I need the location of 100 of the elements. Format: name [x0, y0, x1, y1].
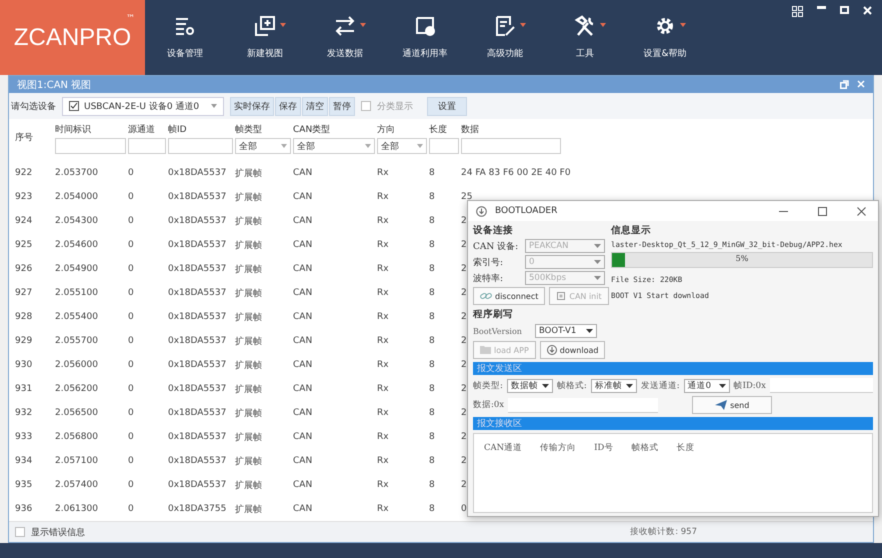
filter-field[interactable]	[55, 138, 126, 154]
dropdown-arrow-icon	[626, 384, 633, 388]
toolbar-button[interactable]: 工具	[545, 0, 625, 75]
close-icon[interactable]	[857, 206, 866, 216]
settings-icon	[654, 15, 676, 37]
table-cell-text: 0x18DA5537	[168, 456, 228, 466]
table-cell: 2	[461, 408, 467, 418]
toolbar-button[interactable]: 保存	[275, 96, 301, 116]
minimize-icon[interactable]	[779, 210, 788, 212]
dropdown-arrow-icon	[365, 144, 371, 148]
table-cell: 24 FA 83 F6 00 2E 40 F0	[461, 168, 571, 178]
column-header: 长度	[429, 124, 448, 135]
table-cell-text: 0	[128, 504, 135, 514]
filter-field[interactable]	[461, 138, 561, 154]
dropdown-arrow-icon	[594, 276, 601, 280]
filter-field[interactable]	[168, 138, 233, 154]
table-cell-text: 0	[128, 168, 135, 178]
table-cell-text: 2.054600	[55, 240, 99, 250]
table-cell-text: CAN	[293, 336, 314, 346]
table-cell-text: 8	[429, 264, 436, 274]
send-button[interactable]: send	[692, 396, 772, 414]
table-cell-text: 0x18DA5537	[168, 336, 228, 346]
table-cell-text: Rx	[377, 504, 390, 514]
table-cell-text: 0x18DA5537	[168, 264, 228, 274]
toolbar-button[interactable]: 通道利用率	[385, 0, 465, 75]
table-cell-text: 8	[429, 480, 436, 490]
toolbar-button[interactable]: 设置&帮助	[625, 0, 705, 75]
table-cell-text: 8	[429, 504, 436, 514]
field-label: 发送通道:	[640, 380, 680, 392]
window-title: BOOTLOADER	[495, 206, 558, 216]
table-cell-text: 2.054900	[55, 264, 99, 274]
table-cell-text: 8	[429, 336, 436, 346]
grid-icon[interactable]	[792, 6, 803, 17]
table-cell-text: CAN	[293, 408, 314, 418]
toolbar-button[interactable]: 发送数据	[305, 0, 385, 75]
table-cell-text: 8	[429, 456, 436, 466]
frame-counter: 接收帧计数: 957	[630, 526, 697, 538]
dropdown[interactable]: 数据帧	[506, 378, 553, 392]
table-cell-text: 扩展帧	[235, 384, 263, 396]
column-header: 帧格式	[631, 442, 658, 454]
toolbar-button[interactable]: 新建视图	[225, 0, 305, 75]
boot-version-dropdown[interactable]: BOOT-V1	[535, 324, 597, 338]
table-cell-text: CAN	[293, 192, 314, 202]
data-field[interactable]	[508, 398, 658, 412]
filter-field[interactable]	[128, 138, 166, 154]
download-button[interactable]: download	[540, 341, 606, 359]
dropdown[interactable]: 标准帧	[590, 378, 637, 392]
table-cell-text: 0x18DA5537	[168, 360, 228, 370]
table-cell-text: Rx	[377, 192, 390, 202]
frame-id-field[interactable]	[770, 378, 873, 393]
table-cell-text: 0	[128, 480, 135, 490]
table-cell-text: 0	[128, 288, 135, 298]
section-heading: 报文发送区	[477, 362, 522, 375]
table-cell-text: Rx	[377, 312, 390, 322]
chip-icon	[556, 291, 566, 301]
toolbar-button[interactable]: 清空	[302, 96, 328, 116]
table-cell-text: 0x18DA5537	[168, 288, 228, 298]
table-cell-text: CAN	[293, 312, 314, 322]
table-cell-text: CAN	[293, 504, 314, 514]
table-cell-text: Rx	[377, 168, 390, 178]
view-title: 视图1:CAN 视图	[17, 78, 92, 92]
checkbox[interactable]	[69, 101, 79, 111]
table-cell-text: Rx	[377, 240, 390, 250]
table-cell-text: 8	[429, 192, 436, 202]
filter-dropdown[interactable]: 全部	[293, 138, 375, 154]
trademark-mark: ™	[126, 14, 135, 24]
table-cell-text: CAN	[293, 216, 314, 226]
dropdown-arrow-icon	[281, 144, 287, 148]
table-cell: 2	[461, 216, 467, 226]
toolbar-button[interactable]: 实时保存	[230, 96, 274, 116]
table-cell-text: 925	[15, 240, 34, 250]
table-cell-text: CAN	[293, 288, 314, 298]
table-cell-text: Rx	[377, 456, 390, 466]
toolbar-button[interactable]: 暂停	[329, 96, 355, 116]
field-label: 索引号:	[473, 256, 504, 268]
dropdown[interactable]: 通道0	[684, 378, 730, 392]
restore-icon[interactable]	[840, 80, 849, 89]
field-label: CAN 设备:	[473, 240, 520, 252]
window-plus-icon	[254, 15, 276, 37]
table-cell: 2	[461, 312, 467, 322]
table-cell-text: 8	[429, 408, 436, 418]
classify-label: 分类显示	[377, 100, 413, 112]
dropdown-arrow-icon	[718, 384, 726, 388]
filter-field[interactable]	[429, 138, 459, 154]
maximize-icon[interactable]	[818, 206, 827, 216]
table-cell-text: 931	[15, 384, 34, 394]
dropdown-arrow-icon	[211, 104, 217, 108]
filter-dropdown[interactable]: 全部	[377, 138, 427, 154]
device-dropdown[interactable]: USBCAN-2E-U 设备0 通道0	[62, 96, 224, 116]
toolbar-button[interactable]: 设备管理	[145, 0, 225, 75]
settings-button[interactable]: 设置	[427, 96, 467, 116]
field-label: 帧ID:0x	[734, 380, 766, 392]
table-cell-text: 扩展帧	[235, 480, 263, 492]
checkbox[interactable]	[15, 527, 25, 537]
filter-dropdown[interactable]: 全部	[235, 138, 291, 154]
disconnect-button[interactable]: disconnect	[473, 287, 546, 305]
toolbar-button[interactable]: 高级功能	[465, 0, 545, 75]
field-label: 数据:0x	[473, 399, 504, 411]
table-cell: 0	[461, 504, 467, 514]
checkbox[interactable]	[361, 101, 371, 111]
